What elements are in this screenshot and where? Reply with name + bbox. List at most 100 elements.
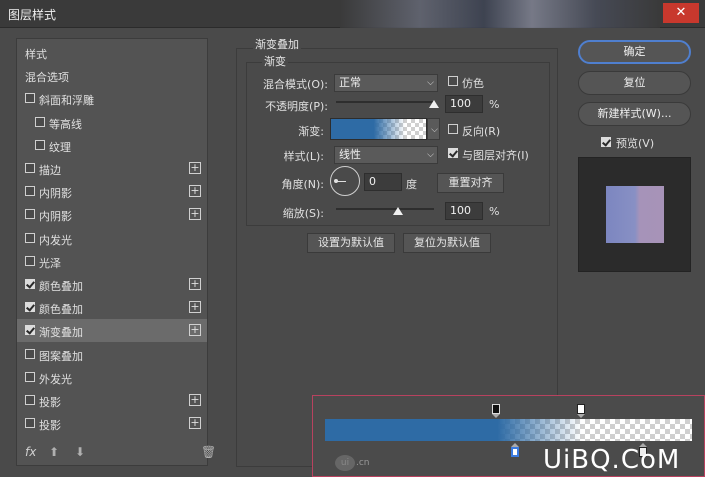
opacity-unit: %	[489, 98, 500, 111]
scale-label: 缩放(S):	[282, 207, 324, 220]
style-list-item-label: 内阴影	[39, 187, 72, 201]
style-checkbox[interactable]	[25, 325, 35, 336]
reset-button[interactable]: 复位	[578, 71, 691, 95]
watermark-logo: UiBQ.CoM	[543, 445, 681, 475]
reverse-label: 反向(R)	[462, 125, 501, 138]
style-list-item[interactable]: 渐变叠加 +	[17, 319, 207, 343]
style-checkbox[interactable]	[25, 302, 35, 313]
style-checkbox[interactable]	[25, 232, 35, 243]
reset-default-button[interactable]: 复位为默认值	[403, 233, 491, 253]
style-list-item[interactable]: 颜色叠加 +	[17, 296, 207, 319]
add-effect-icon[interactable]: +	[189, 208, 201, 221]
arrow-up-icon[interactable]: ⬆	[49, 445, 59, 459]
add-effect-icon[interactable]: +	[189, 394, 201, 406]
style-list-item[interactable]: 混合选项	[17, 64, 207, 87]
style-list-item[interactable]: 内阴影 +	[17, 203, 207, 226]
style-checkbox[interactable]	[25, 395, 35, 405]
blend-mode-select[interactable]: 正常 ⌵	[334, 74, 438, 92]
style-list-item-label: 光泽	[39, 256, 61, 270]
style-checkbox[interactable]	[35, 116, 45, 127]
add-effect-icon[interactable]: +	[189, 278, 201, 290]
scale-unit: %	[489, 205, 500, 218]
background-strip	[340, 0, 660, 28]
gradient-ramp[interactable]	[325, 419, 692, 441]
fx-button[interactable]: fx	[25, 445, 36, 459]
scale-slider-track[interactable]	[336, 208, 434, 210]
align-with-layer-checkbox[interactable]	[448, 148, 458, 158]
style-list-item[interactable]: 颜色叠加 +	[17, 273, 207, 296]
add-effect-icon[interactable]: +	[189, 301, 201, 314]
style-list-item[interactable]: 样式	[17, 41, 207, 64]
set-default-button[interactable]: 设置为默认值	[307, 233, 395, 253]
style-checkbox[interactable]	[25, 93, 35, 104]
style-list-item[interactable]: 斜面和浮雕	[17, 87, 207, 110]
style-list-item[interactable]: 内阴影 +	[17, 180, 207, 203]
angle-label: 角度(N):	[281, 178, 324, 191]
style-checkbox[interactable]	[25, 418, 35, 429]
style-list-item-label: 颜色叠加	[39, 280, 83, 293]
style-checkbox[interactable]	[25, 255, 35, 266]
style-list-item[interactable]: 纹理	[17, 134, 207, 157]
style-select[interactable]: 线性 ⌵	[334, 146, 438, 164]
style-checkbox[interactable]	[25, 348, 35, 359]
blend-mode-label: 混合模式(O):	[263, 78, 328, 91]
style-list-item[interactable]: 图案叠加	[17, 343, 207, 366]
style-list-item-label: 纹理	[49, 140, 71, 154]
close-icon[interactable]: ✕	[663, 3, 699, 23]
ok-button[interactable]: 确定	[578, 40, 691, 64]
style-list-item-label: 渐变叠加	[39, 326, 83, 340]
style-list-item[interactable]: 外发光	[17, 366, 207, 389]
arrow-down-icon[interactable]: ⬇	[75, 445, 85, 459]
scale-slider-knob[interactable]	[393, 207, 403, 215]
angle-dial[interactable]	[330, 166, 360, 196]
gradient-picker-dropdown[interactable]: ⌵	[427, 118, 440, 140]
dither-label: 仿色	[462, 77, 484, 90]
style-checkbox[interactable]	[25, 279, 35, 289]
new-style-button[interactable]: 新建样式(W)...	[578, 102, 691, 126]
dither-checkbox[interactable]	[448, 76, 458, 86]
style-list-item[interactable]: 光泽	[17, 250, 207, 273]
trash-icon[interactable]: 🗑	[201, 445, 216, 459]
watermark-logo-icon: ui	[335, 455, 355, 471]
style-checkbox[interactable]	[35, 139, 45, 150]
add-effect-icon[interactable]: +	[189, 324, 201, 337]
style-list-item[interactable]: 投影 +	[17, 412, 207, 435]
style-list-item-label: 描边	[39, 164, 61, 177]
style-checkbox[interactable]	[25, 209, 35, 220]
preview-label: 预览(V)	[616, 137, 655, 150]
style-list-item-label: 样式	[25, 48, 47, 61]
reverse-checkbox[interactable]	[448, 124, 458, 134]
add-effect-icon[interactable]: +	[189, 162, 201, 174]
scale-input[interactable]: 100	[445, 202, 483, 220]
opacity-slider-track[interactable]	[336, 101, 434, 103]
opacity-input[interactable]: 100	[445, 95, 483, 113]
preview-checkbox[interactable]	[601, 137, 611, 147]
chevron-down-icon: ⌵	[427, 150, 434, 160]
style-list-item-label: 等高线	[49, 117, 82, 131]
style-list-item-label: 图案叠加	[39, 349, 83, 363]
opacity-stop-right[interactable]	[577, 404, 585, 414]
style-checkbox[interactable]	[25, 163, 35, 173]
opacity-stop-right-pointer	[577, 414, 585, 418]
opacity-stop-left[interactable]	[492, 404, 500, 414]
opacity-slider-knob[interactable]	[429, 100, 439, 108]
color-stop-left[interactable]	[511, 447, 519, 457]
style-list-item[interactable]: 投影 +	[17, 389, 207, 412]
style-label: 样式(L):	[283, 150, 324, 163]
add-effect-icon[interactable]: +	[189, 185, 201, 198]
style-checkbox[interactable]	[25, 371, 35, 382]
gradient-preview-swatch[interactable]	[330, 118, 427, 140]
style-list-item[interactable]: 等高线	[17, 111, 207, 134]
angle-input[interactable]: 0	[364, 173, 402, 191]
style-list-item-label: 外发光	[39, 372, 72, 386]
reset-align-button[interactable]: 重置对齐	[437, 173, 504, 193]
chevron-down-icon: ⌵	[431, 125, 438, 135]
style-checkbox[interactable]	[25, 186, 35, 197]
style-list-item[interactable]: 内发光	[17, 227, 207, 250]
style-list-item[interactable]: 描边 +	[17, 157, 207, 180]
add-effect-icon[interactable]: +	[189, 417, 201, 430]
align-with-layer-label: 与图层对齐(I)	[462, 149, 529, 162]
style-list-item-label: 投影	[39, 396, 61, 409]
title-bar: 图层样式 ✕	[0, 0, 705, 28]
style-list-bottom-bar: fx ⬆ ⬇ 🗑	[17, 439, 216, 465]
